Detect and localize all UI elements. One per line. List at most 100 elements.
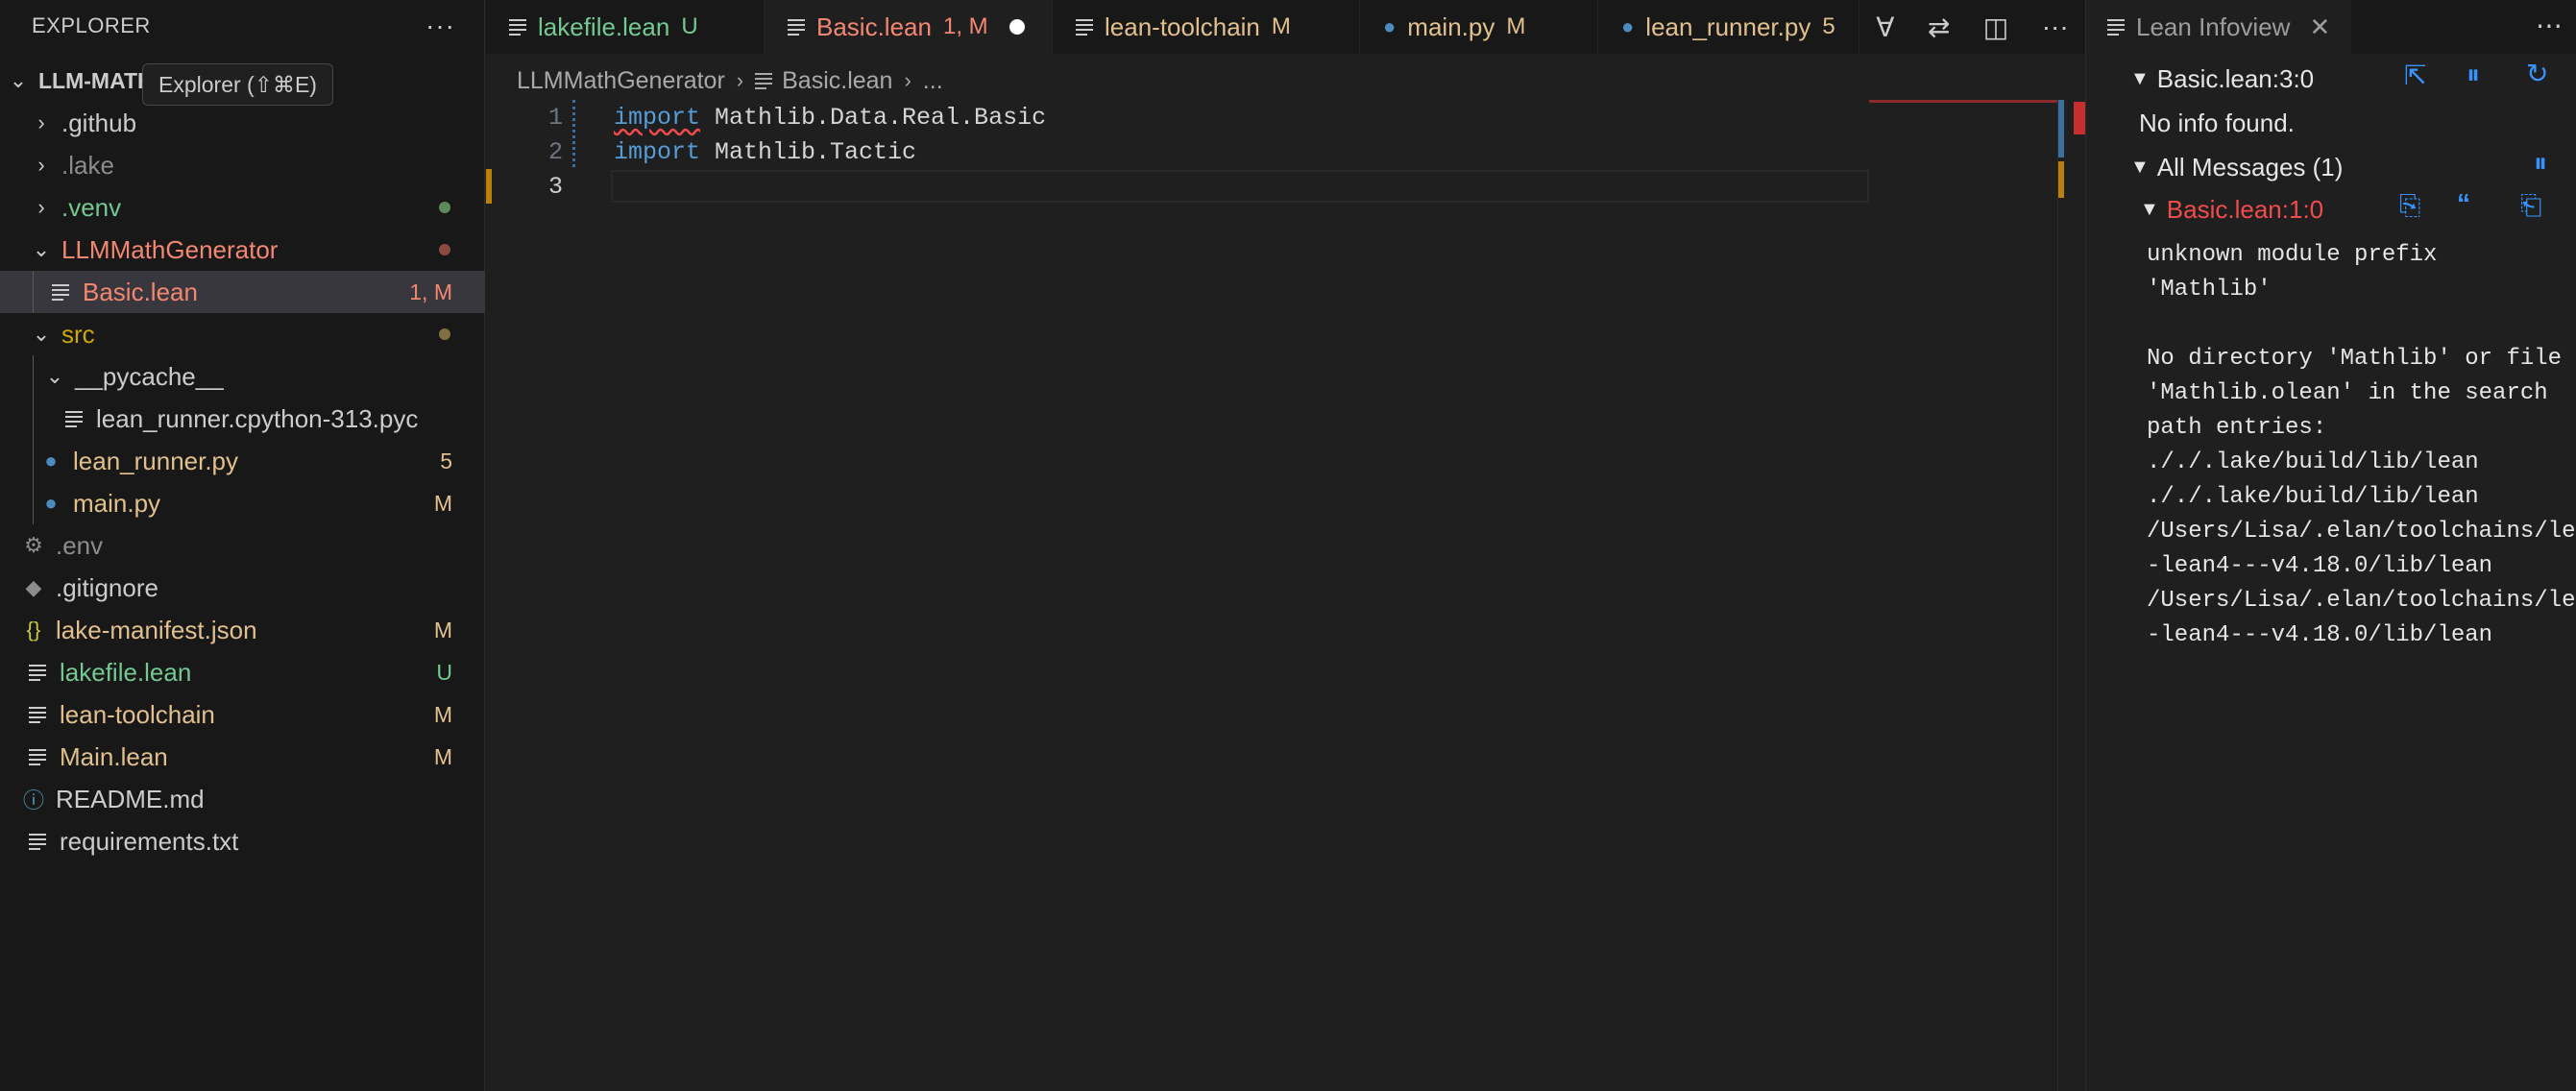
python-icon: ● — [1621, 14, 1635, 38]
copy-to-comment-icon[interactable]: ⎗ — [2520, 190, 2541, 222]
tree-item-main-lean[interactable]: Main.lean M — [0, 736, 485, 778]
tab-lean-infoview[interactable]: Lean Infoview ✕ — [2086, 0, 2352, 54]
code-line: 3 — [486, 169, 1869, 204]
tab-status: M — [1506, 13, 1526, 39]
file-lines-icon — [25, 749, 50, 765]
source-control-compare-icon[interactable]: ⇄ — [1928, 12, 1950, 43]
tree-item-env[interactable]: ⚙ .env — [0, 524, 485, 567]
keyword-import: import — [614, 103, 701, 132]
message-line: 'Mathlib' — [2147, 277, 2272, 303]
breadcrumb-symbols[interactable]: ... — [923, 67, 943, 95]
tree-item-venv[interactable]: › .venv — [0, 186, 485, 229]
explorer-title: EXPLORER — [32, 13, 151, 37]
tree-item-lean-toolchain[interactable]: lean-toolchain M — [0, 693, 485, 736]
line-number: 2 — [547, 137, 563, 166]
infoview-tab-bar: Lean Infoview ✕ ⋯ — [2086, 0, 2576, 54]
line-number: 3 — [547, 172, 563, 201]
line-number: 1 — [547, 103, 563, 132]
close-icon[interactable]: ✕ — [2309, 12, 2330, 42]
tree-item-main-py[interactable]: ● main.py M — [0, 482, 485, 524]
tree-item-label: .github — [61, 108, 137, 137]
tree-item-lake[interactable]: › .lake — [0, 144, 485, 186]
file-lines-icon — [48, 284, 73, 301]
file-lines-icon — [788, 19, 805, 36]
file-lines-icon — [25, 834, 50, 850]
message-header[interactable]: ▼ Basic.lean:1:0 — [2140, 188, 2323, 230]
triangle-down-icon: ▼ — [2130, 156, 2150, 178]
no-info-text: No info found. — [2139, 108, 2295, 137]
editor-scrollbar[interactable] — [2057, 100, 2085, 1091]
preview-lines-icon — [2107, 19, 2125, 36]
breadcrumb-file[interactable]: Basic.lean — [782, 67, 892, 95]
file-lines-icon — [755, 73, 773, 89]
tree-item-lakefile[interactable]: lakefile.lean U — [0, 651, 485, 693]
more-actions-icon[interactable]: ⋯ — [2536, 10, 2563, 41]
tree-item-lake-manifest[interactable]: {} lake-manifest.json M — [0, 609, 485, 651]
gear-icon: ⚙ — [24, 533, 43, 557]
editor-actions: ∀ ⇄ ◫ ··· — [1859, 0, 2085, 54]
refresh-icon[interactable]: ↻ — [2526, 58, 2548, 89]
tree-item-gitignore[interactable]: ◆ .gitignore — [0, 567, 485, 609]
explorer-header: EXPLORER ··· — [0, 0, 484, 52]
tree-item-readme[interactable]: ⓘ README.md — [0, 778, 485, 820]
explorer-more-actions-icon[interactable]: ··· — [425, 11, 455, 41]
tree-item-llmmathgenerator[interactable]: ⌄ LLMMathGenerator — [0, 229, 485, 271]
tab-main-py[interactable]: ● main.py M — [1360, 0, 1598, 54]
tree-item-badge: M — [433, 701, 452, 727]
scrollbar-info-marker — [2058, 100, 2064, 158]
message-line: No directory 'Mathlib' or file — [2147, 346, 2563, 372]
module-path: Mathlib.Tactic — [700, 137, 917, 166]
chevron-right-icon: › — [37, 153, 45, 177]
minimap-error-line — [1869, 100, 2057, 103]
indent-guide — [33, 355, 34, 524]
tree-item-lean-runner-py[interactable]: ● lean_runner.py 5 — [0, 440, 485, 482]
tree-item-pyc[interactable]: lean_runner.cpython-313.pyc — [0, 398, 485, 440]
more-actions-icon[interactable]: ··· — [2042, 12, 2069, 42]
triangle-down-icon: ▼ — [2140, 198, 2159, 220]
code-line: 1 import Mathlib.Data.Real.Basic — [486, 100, 1869, 134]
problem-dot — [439, 244, 450, 255]
pin-icon[interactable]: ⇱ — [2404, 60, 2426, 91]
code-editor[interactable] — [486, 100, 2085, 1091]
code-line: 2 import Mathlib.Tactic — [486, 134, 1869, 169]
scrollbar-error-marker — [2074, 102, 2085, 134]
tree-item-label: Main.lean — [60, 741, 168, 771]
python-icon: ● — [44, 491, 58, 515]
chevron-right-icon: › — [736, 68, 744, 92]
tree-item-requirements[interactable]: requirements.txt — [0, 820, 485, 862]
tab-label: lean_runner.py — [1645, 12, 1811, 41]
tab-label: lean-toolchain — [1105, 12, 1260, 41]
tab-lean-runner-py[interactable]: ● lean_runner.py 5 — [1598, 0, 1859, 54]
lean-forall-icon[interactable]: ∀ — [1876, 12, 1894, 43]
tree-item-label: lakefile.lean — [60, 657, 192, 687]
tree-item-badge: 1, M — [409, 279, 452, 304]
tree-item-label: .venv — [61, 192, 122, 222]
pause-icon[interactable]: ⏸ — [2534, 148, 2547, 180]
tree-item-label: Basic.lean — [83, 277, 198, 306]
tree-item-label: lean-toolchain — [60, 699, 215, 729]
tree-item-github[interactable]: › .github — [0, 102, 485, 144]
tree-item-pycache[interactable]: ⌄ __pycache__ — [0, 355, 485, 398]
indent-guide — [33, 271, 34, 313]
tree-item-label: lean_runner.py — [73, 446, 239, 475]
tab-basic-lean[interactable]: Basic.lean 1, M — [765, 0, 1053, 54]
tree-item-badge: 5 — [440, 448, 452, 473]
breadcrumb-folder[interactable]: LLMMathGenerator — [517, 67, 725, 95]
tree-item-src[interactable]: ⌄ src — [0, 313, 485, 355]
tree-item-label: __pycache__ — [75, 361, 224, 391]
code-text: import Mathlib.Tactic — [614, 138, 916, 166]
quote-icon[interactable]: “ — [2457, 188, 2470, 219]
file-lines-icon — [61, 411, 86, 427]
goal-section-header[interactable]: ▼ Basic.lean:3:0 — [2130, 58, 2314, 100]
go-to-file-icon[interactable]: ⎘ — [2399, 190, 2420, 222]
all-messages-header[interactable]: ▼ All Messages (1) — [2130, 146, 2343, 188]
tab-lakefile-lean[interactable]: lakefile.lean U — [486, 0, 765, 54]
tab-status: 1, M — [942, 13, 988, 39]
tree-item-basic-lean[interactable]: Basic.lean 1, M — [0, 271, 485, 313]
python-icon: ● — [1383, 14, 1397, 38]
tab-lean-toolchain[interactable]: lean-toolchain M — [1053, 0, 1360, 54]
unsaved-dot-icon[interactable] — [1009, 19, 1025, 35]
tree-root-label: LLM-MATH — [38, 67, 154, 93]
pause-icon[interactable]: ⏸ — [2467, 60, 2480, 91]
split-editor-icon[interactable]: ◫ — [1983, 12, 2008, 43]
